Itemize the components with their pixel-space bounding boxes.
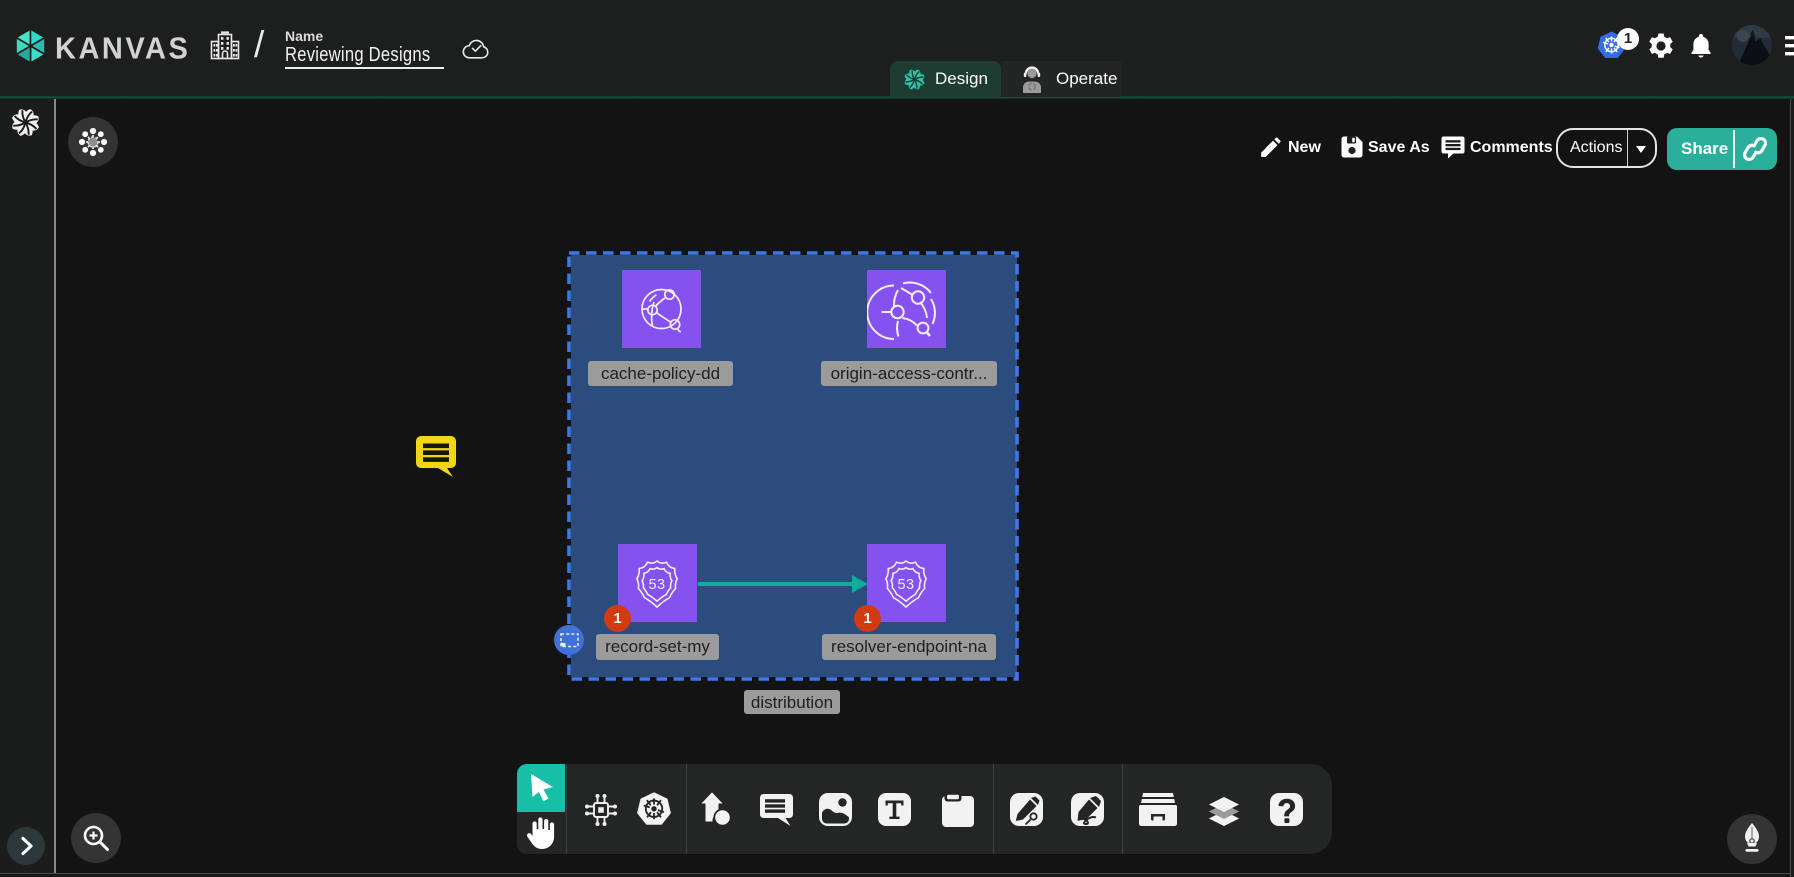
svg-text:53: 53: [897, 577, 914, 593]
svg-text:53: 53: [648, 577, 665, 593]
